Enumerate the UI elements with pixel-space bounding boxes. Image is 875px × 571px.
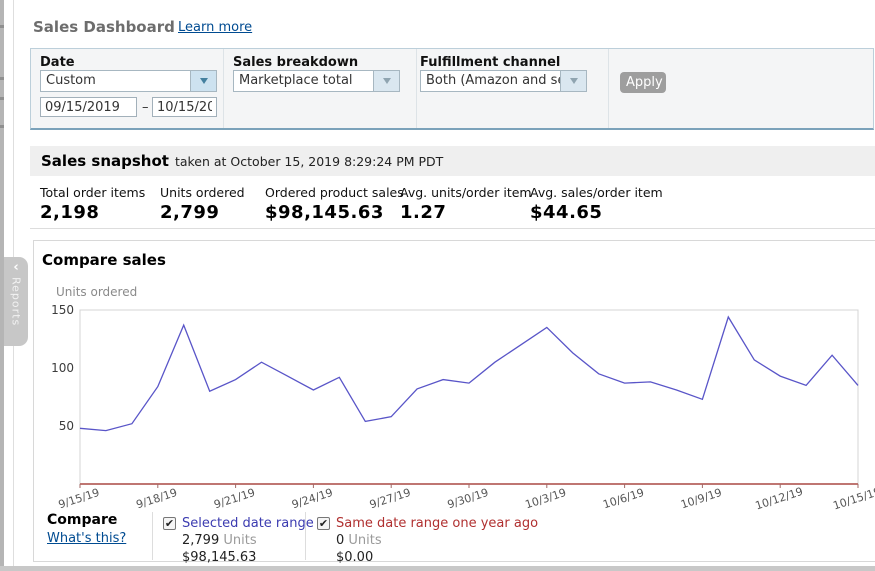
compare-sales-title: Compare sales: [42, 251, 166, 269]
date-separator: –: [142, 100, 149, 115]
date-range-selected: Custom: [41, 71, 190, 91]
sales-snapshot-title: Sales snapshot: [41, 152, 169, 170]
whats-this-link[interactable]: What's this?: [47, 531, 126, 546]
sales-dashboard-screen: ‹ Reports Sales Dashboard Learn more Dat…: [0, 0, 875, 571]
legend-series-name: Same date range one year ago: [336, 516, 538, 531]
splitter-grip: [0, 125, 4, 128]
fulfillment-channel-selected: Both (Amazon and seller): [421, 71, 560, 91]
stat-total-order-items: Total order items 2,198: [40, 185, 145, 223]
filter-divider: [416, 49, 417, 128]
sales-breakdown-selected: Marketplace total: [234, 71, 373, 91]
legend-sales: $98,145.63: [182, 550, 256, 565]
y-tick-label: 150: [51, 303, 74, 317]
stat-avg-sales-order-item: Avg. sales/order item $44.65: [530, 185, 663, 223]
sales-breakdown-label: Sales breakdown: [233, 55, 358, 70]
chevron-down-icon: [383, 78, 391, 84]
legend-units: 0 Units: [336, 533, 382, 548]
one-year-ago-checkbox[interactable]: ✔: [317, 517, 330, 530]
chevron-left-icon: ‹: [13, 261, 18, 275]
selected-range-checkbox[interactable]: ✔: [163, 517, 176, 530]
x-tick-label: 9/24/19: [290, 486, 334, 511]
page-title: Sales Dashboard: [33, 18, 175, 36]
sales-breakdown-dropdown[interactable]: Marketplace total: [233, 70, 400, 92]
x-tick-label: 9/30/19: [446, 486, 490, 511]
fulfillment-channel-label: Fulfillment channel: [420, 55, 560, 70]
snapshot-stats-row: Total order items 2,198 Units ordered 2,…: [30, 176, 875, 229]
filter-divider: [223, 49, 224, 128]
learn-more-link[interactable]: Learn more: [178, 20, 252, 35]
date-from-input[interactable]: [40, 97, 137, 117]
splitter-grip: [0, 25, 4, 28]
series-line: [80, 317, 858, 431]
apply-button[interactable]: Apply: [620, 72, 666, 93]
x-tick-label: 10/6/19: [601, 486, 645, 511]
splitter-grip: [0, 77, 4, 80]
y-tick-label: 100: [51, 361, 74, 375]
filter-divider: [608, 49, 609, 128]
stat-avg-units-order-item: Avg. units/order item 1.27: [400, 185, 532, 223]
legend-divider: [152, 512, 153, 560]
date-range-dropdown[interactable]: Custom: [40, 70, 217, 92]
chevron-down-icon: [200, 78, 208, 84]
splitter-grip: [0, 97, 4, 100]
stat-ordered-product-sales: Ordered product sales $98,145.63: [265, 185, 404, 223]
window-bottom-edge: [0, 566, 875, 571]
fulfillment-dropdown-button[interactable]: [560, 71, 586, 91]
legend-series-name: Selected date range: [182, 516, 314, 531]
snapshot-timestamp: taken at October 15, 2019 8:29:24 PM PDT: [175, 154, 443, 169]
fulfillment-channel-dropdown[interactable]: Both (Amazon and seller): [420, 70, 587, 92]
units-ordered-line-chart: Units ordered 50 100 150 9/15/19 9/18/19 9/21/…: [0, 280, 875, 512]
stat-units-ordered: Units ordered 2,799: [160, 185, 245, 223]
sales-breakdown-dropdown-button[interactable]: [373, 71, 399, 91]
chevron-down-icon: [570, 78, 578, 84]
x-tick-label: 10/9/19: [679, 486, 723, 511]
x-tick-label: 9/18/19: [135, 486, 179, 511]
x-tick-label: 10/3/19: [524, 486, 568, 511]
y-tick-label: 50: [59, 419, 74, 433]
x-tick-label: 9/27/19: [368, 486, 412, 511]
y-axis-title: Units ordered: [56, 285, 137, 299]
x-tick-label: 10/12/19: [754, 485, 805, 512]
legend-sales: $0.00: [336, 550, 373, 565]
x-tick-label: 9/21/19: [212, 486, 256, 511]
compare-label: Compare: [47, 512, 117, 528]
x-tick-label: 9/15/19: [57, 486, 101, 511]
date-to-input[interactable]: [152, 97, 217, 117]
legend-units: 2,799 Units: [182, 533, 257, 548]
date-filter-label: Date: [40, 55, 75, 70]
date-dropdown-button[interactable]: [190, 71, 216, 91]
sales-snapshot-header: Sales snapshot taken at October 15, 2019…: [30, 146, 875, 176]
x-tick-label: 10/15/19: [831, 485, 875, 512]
